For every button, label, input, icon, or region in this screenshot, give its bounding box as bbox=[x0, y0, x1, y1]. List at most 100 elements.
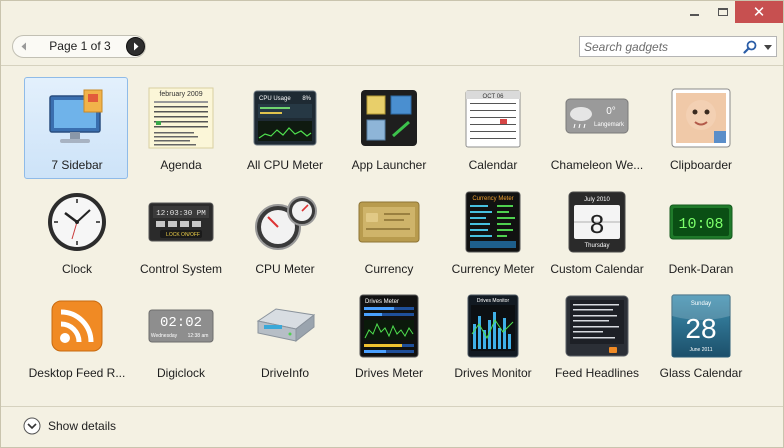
glass-calendar-icon: Sunday 28 June 2011 bbox=[671, 294, 731, 358]
title-bar: ✕ bbox=[1, 1, 783, 27]
clipboard-photo-icon bbox=[671, 88, 731, 148]
gadget-tile-drives-monitor[interactable]: Drives Monitor Drives Monitor bbox=[440, 285, 544, 387]
gadget-tile-drives-meter[interactable]: Drives Meter Drives Meter bbox=[336, 285, 440, 387]
gadget-tile-calendar[interactable]: OCT 06 Calendar bbox=[440, 77, 544, 179]
gadget-label: Control System bbox=[139, 262, 223, 276]
gadget-grid: 7 Sidebar february 2009 Agenda CPU Usage… bbox=[1, 66, 783, 406]
search-icon[interactable] bbox=[743, 40, 757, 54]
digiclock-day: Wednesday bbox=[151, 333, 178, 339]
previous-page-button[interactable] bbox=[15, 38, 32, 55]
cpu-percent: 8% bbox=[302, 96, 311, 102]
maximize-icon bbox=[718, 8, 728, 16]
gadget-tile-control-system[interactable]: 12:03:30 PM LOCK ON/OFF Control System bbox=[128, 181, 232, 283]
analog-clock-icon bbox=[48, 193, 106, 251]
gadget-tile-feed-headlines[interactable]: Feed Headlines bbox=[544, 285, 648, 387]
gadget-tile-clock[interactable]: Clock bbox=[24, 181, 128, 283]
currency-card-icon bbox=[358, 201, 420, 243]
show-details-label: Show details bbox=[48, 419, 117, 433]
cpu-usage-graph-icon: CPU Usage 8% bbox=[253, 90, 317, 146]
drives-monitor-icon: Drives Monitor bbox=[467, 294, 519, 358]
chevron-left-icon bbox=[21, 42, 26, 51]
gadget-label: Desktop Feed R... bbox=[28, 366, 126, 380]
control-time: 12:03:30 PM bbox=[156, 210, 206, 218]
gadget-label: Drives Monitor bbox=[454, 366, 532, 380]
control-lock-label: LOCK ON/OFF bbox=[166, 232, 200, 238]
currency-meter-icon: Currency Meter bbox=[465, 191, 521, 253]
cpu-title: CPU Usage bbox=[259, 96, 291, 102]
denk-display-text: 10:08 bbox=[678, 216, 723, 233]
gadget-tile-driveinfo[interactable]: DriveInfo bbox=[232, 285, 336, 387]
gadget-tile-clipboarder[interactable]: Clipboarder bbox=[648, 77, 752, 179]
gadget-tile-denk-daran[interactable]: 10:08 Denk-Daran bbox=[648, 181, 752, 283]
gadget-label: Chameleon We... bbox=[550, 158, 644, 172]
gadget-tile-7-sidebar[interactable]: 7 Sidebar bbox=[24, 77, 128, 179]
control-system-icon: 12:03:30 PM LOCK ON/OFF bbox=[148, 202, 214, 242]
flip-calendar-icon: July 2010 8 Thursday bbox=[568, 191, 626, 253]
search-box bbox=[579, 36, 777, 57]
gadget-tile-digiclock[interactable]: 02:02 Wednesday 12:38 am Digiclock bbox=[128, 285, 232, 387]
digiclock-time: 02:02 bbox=[160, 315, 202, 331]
chevron-down-icon[interactable] bbox=[762, 40, 774, 54]
digital-display-icon: 10:08 bbox=[669, 204, 733, 240]
show-details-toggle[interactable]: Show details bbox=[23, 416, 116, 436]
gadget-tile-glass-calendar[interactable]: Sunday 28 June 2011 Glass Calendar bbox=[648, 285, 752, 387]
search-input[interactable] bbox=[584, 39, 734, 55]
gadget-label: Digiclock bbox=[156, 366, 205, 380]
footer-divider bbox=[1, 406, 783, 407]
gadget-label: 7 Sidebar bbox=[51, 158, 103, 172]
calendar-month: OCT 06 bbox=[483, 94, 505, 100]
glass-calendar-weekday: Sunday bbox=[691, 301, 711, 307]
gadget-gallery-window: ✕ Page 1 of 3 Search gadgets 7 Sidebar f… bbox=[0, 0, 784, 448]
gadget-label: Feed Headlines bbox=[554, 366, 640, 380]
gadget-label: Denk-Daran bbox=[668, 262, 734, 276]
gadget-label: Calendar bbox=[468, 158, 518, 172]
glass-calendar-month: June 2011 bbox=[690, 347, 713, 353]
gadget-tile-currency-meter[interactable]: Currency Meter Currency Meter bbox=[440, 181, 544, 283]
gadget-label: Drives Meter bbox=[354, 366, 423, 380]
hard-drive-icon bbox=[256, 308, 316, 343]
gadget-label: App Launcher bbox=[351, 158, 427, 172]
gadget-tile-all-cpu-meter[interactable]: CPU Usage 8% All CPU Meter bbox=[232, 77, 336, 179]
agenda-calendar-icon: february 2009 bbox=[148, 87, 214, 149]
gadget-label: All CPU Meter bbox=[246, 158, 323, 172]
expand-chevron-icon[interactable] bbox=[23, 417, 41, 435]
drives-meter-title: Drives Meter bbox=[365, 299, 399, 305]
gadget-label: Clock bbox=[61, 262, 92, 276]
page-indicator: Page 1 of 3 bbox=[49, 39, 111, 53]
currency-meter-title: Currency Meter bbox=[472, 196, 513, 202]
gadget-label: Currency bbox=[364, 262, 414, 276]
calendar-icon: OCT 06 bbox=[465, 90, 521, 148]
custom-calendar-weekday: Thursday bbox=[584, 243, 609, 249]
gadget-tile-cpu-meter[interactable]: CPU Meter bbox=[232, 181, 336, 283]
gadget-tile-desktop-feed-reader[interactable]: Desktop Feed R... bbox=[24, 285, 128, 387]
agenda-title: february 2009 bbox=[159, 91, 202, 98]
gadget-label: Currency Meter bbox=[451, 262, 535, 276]
gadget-label: Clipboarder bbox=[669, 158, 733, 172]
page-navigator: Page 1 of 3 bbox=[12, 35, 146, 58]
drives-monitor-title: Drives Monitor bbox=[477, 298, 510, 304]
rss-feed-icon bbox=[51, 300, 103, 352]
minimize-icon bbox=[689, 14, 699, 16]
gadget-tile-app-launcher[interactable]: App Launcher bbox=[336, 77, 440, 179]
weather-location: Langemark bbox=[594, 122, 625, 128]
chevron-right-icon bbox=[133, 42, 138, 51]
gadget-label: CPU Meter bbox=[255, 262, 315, 276]
next-page-button[interactable] bbox=[126, 37, 145, 56]
gadget-tile-currency[interactable]: Currency bbox=[336, 181, 440, 283]
gadget-label: Glass Calendar bbox=[659, 366, 743, 380]
close-button[interactable]: ✕ bbox=[735, 1, 783, 23]
digital-clock-icon: 02:02 Wednesday 12:38 am bbox=[148, 309, 214, 343]
gauge-meter-icon bbox=[255, 196, 317, 250]
custom-calendar-month: July 2010 bbox=[584, 197, 610, 203]
app-launcher-icon bbox=[361, 90, 417, 146]
gadget-tile-agenda[interactable]: february 2009 Agenda bbox=[128, 77, 232, 179]
close-icon: ✕ bbox=[752, 2, 766, 21]
gadget-label: Agenda bbox=[160, 158, 202, 172]
custom-calendar-day: 8 bbox=[590, 209, 604, 239]
monitor-icon bbox=[49, 89, 103, 143]
feed-headlines-icon bbox=[565, 295, 629, 357]
gadget-tile-chameleon-weather[interactable]: 0° Langemark Chameleon We... bbox=[544, 77, 648, 179]
gadget-tile-custom-calendar[interactable]: July 2010 8 Thursday Custom Calendar bbox=[544, 181, 648, 283]
weather-icon: 0° Langemark bbox=[565, 98, 629, 134]
glass-calendar-day: 28 bbox=[685, 313, 716, 344]
